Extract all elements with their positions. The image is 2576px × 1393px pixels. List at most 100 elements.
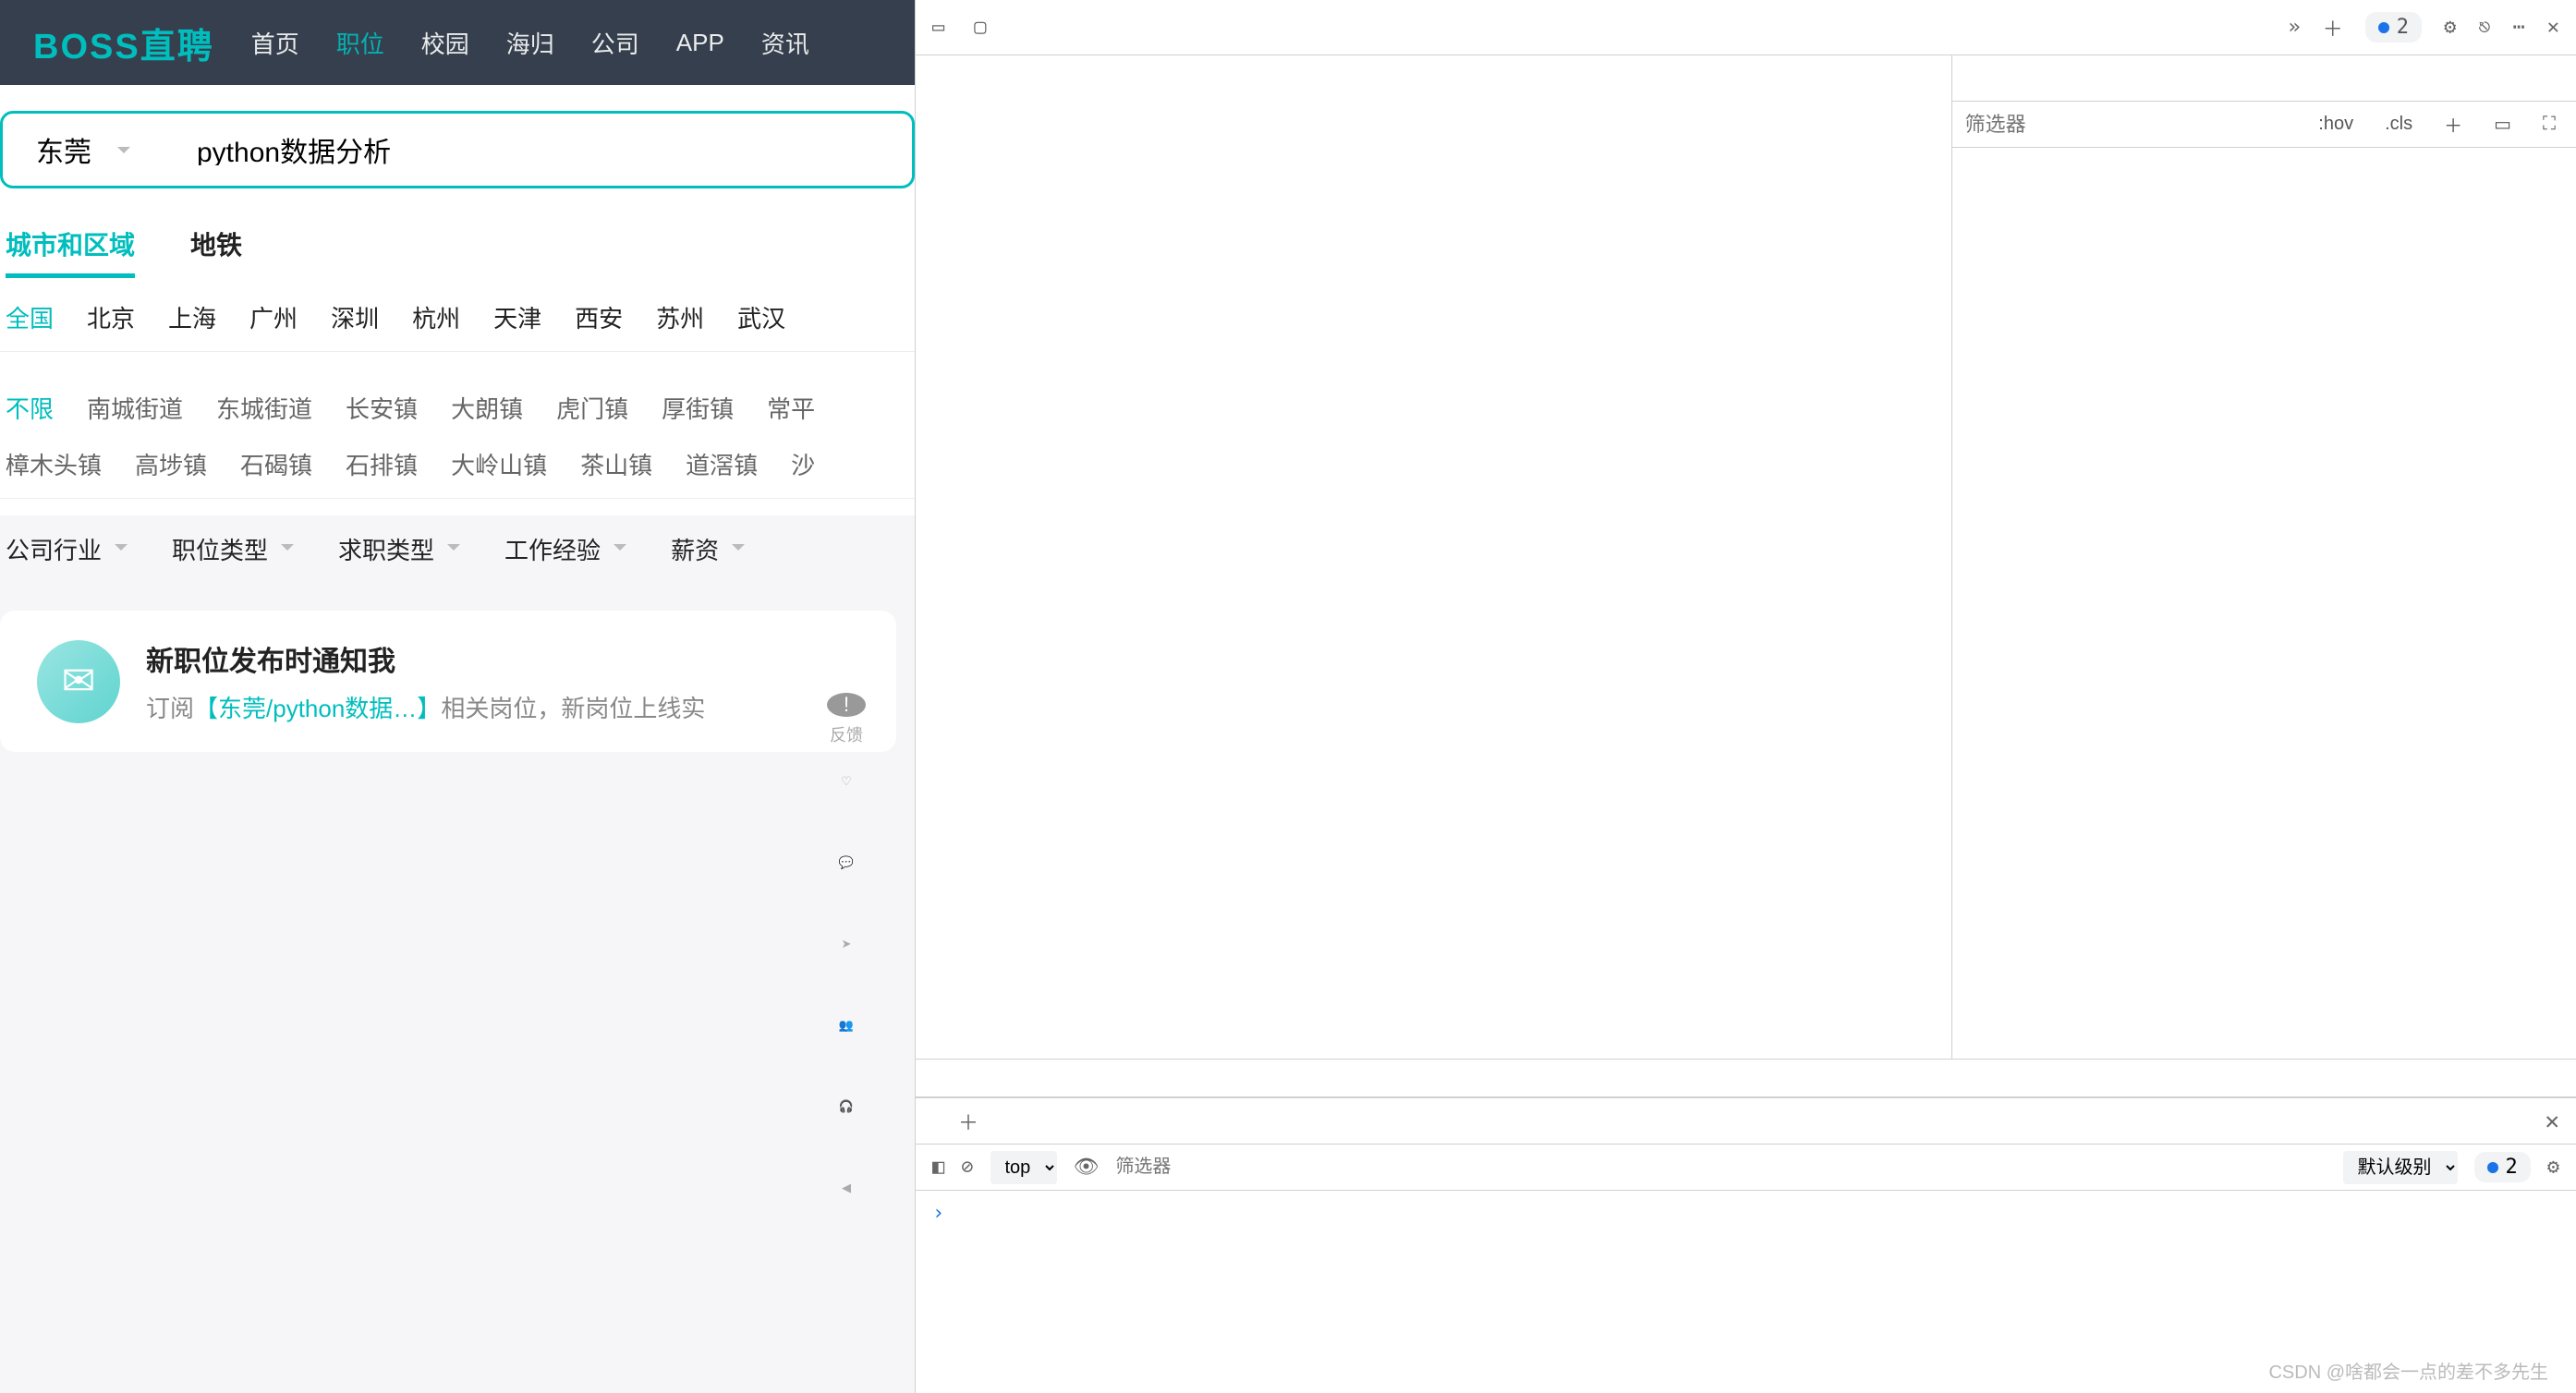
cls-toggle[interactable]: .cls — [2377, 110, 2420, 139]
notify-subtitle: 订阅【东莞/python数据…】相关岗位，新岗位上线实 — [146, 690, 705, 724]
inspect-icon[interactable]: ▢ — [974, 16, 986, 39]
dom-tree[interactable] — [916, 55, 1952, 1059]
pill[interactable]: 西安 — [575, 300, 623, 334]
pill[interactable]: 大朗镇 — [451, 391, 523, 425]
logo[interactable]: BOSS直聘 — [33, 18, 214, 68]
plus-icon[interactable]: ＋ — [2323, 13, 2343, 42]
pill[interactable]: 南城街道 — [87, 391, 183, 425]
rail-headset[interactable]: 🎧 — [824, 1099, 869, 1144]
pill[interactable]: 长安镇 — [346, 391, 418, 425]
filter-select[interactable]: 职位类型 — [172, 532, 294, 566]
city-row: 全国北京上海广州深圳杭州天津西安苏州武汉 — [6, 300, 915, 334]
new-rule-icon[interactable]: ＋ — [2436, 107, 2470, 141]
rail-send[interactable]: ➤ — [824, 937, 869, 981]
sidebar-toggle-icon[interactable]: ◧ — [932, 1156, 944, 1179]
console-filter-input[interactable] — [1115, 1157, 2326, 1178]
pill[interactable]: 全国 — [6, 300, 54, 334]
pill[interactable]: 大岭山镇 — [451, 447, 547, 481]
computed-icon[interactable]: ▭ — [2486, 109, 2519, 139]
pill[interactable]: 虎门镇 — [556, 391, 628, 425]
filter-select[interactable]: 薪资 — [671, 532, 745, 566]
pill[interactable]: 不限 — [6, 391, 54, 425]
close-icon[interactable]: ✕ — [2545, 1108, 2559, 1135]
gear-icon[interactable]: ⚙ — [2444, 16, 2456, 39]
website-pane: BOSS直聘 首页 职位 校园 海归 公司 APP 资讯 东莞 城市和区域 地铁 全国北京上海… — [0, 0, 915, 1393]
console-tabs: ＋ ✕ — [916, 1098, 2576, 1145]
filters: 公司行业 职位类型 求职类型 工作经验 薪资 — [0, 515, 915, 583]
nav-item[interactable]: 校园 — [421, 26, 469, 60]
nav-item[interactable]: 首页 — [251, 26, 299, 60]
pill[interactable]: 北京 — [87, 300, 135, 334]
plus-icon[interactable]: ＋ — [958, 1107, 978, 1136]
filter-select[interactable]: 公司行业 — [6, 532, 128, 566]
top-nav: BOSS直聘 首页 职位 校园 海归 公司 APP 资讯 — [0, 0, 915, 85]
clear-console-icon[interactable]: ⊘ — [961, 1156, 973, 1179]
pill[interactable]: 高埗镇 — [135, 447, 207, 481]
pill[interactable]: 石碣镇 — [240, 447, 312, 481]
styles-filter-bar: :hov .cls ＋ ▭ ⛶ — [1952, 102, 2576, 148]
context-select[interactable]: top — [990, 1151, 1057, 1184]
chevron-down-icon — [117, 147, 130, 160]
chevron-down-icon — [732, 544, 745, 557]
job-list: ✉ 新职位发布时通知我 订阅【东莞/python数据…】相关岗位，新岗位上线实 — [0, 583, 915, 1393]
filter-select[interactable]: 求职类型 — [338, 532, 460, 566]
live-expression-icon[interactable]: 👁 — [1074, 1156, 1100, 1179]
pill[interactable]: 深圳 — [331, 300, 379, 334]
filter-select[interactable]: 工作经验 — [504, 532, 626, 566]
rail-chat[interactable]: 💬 — [824, 855, 869, 900]
console-prompt: › — [932, 1202, 944, 1225]
pill[interactable]: 茶山镇 — [580, 447, 652, 481]
pill[interactable]: 沙 — [791, 447, 815, 481]
rail-contacts[interactable]: 👥 — [824, 1018, 869, 1062]
pill[interactable]: 东城街道 — [216, 391, 312, 425]
device-mode-icon[interactable]: ▭ — [932, 16, 944, 39]
pill[interactable]: 杭州 — [412, 300, 460, 334]
toggle-device-icon[interactable]: ⛶ — [2535, 110, 2563, 139]
pill[interactable]: 武汉 — [737, 300, 785, 334]
issues-badge[interactable]: 2 — [2365, 12, 2422, 42]
console-issues-badge[interactable]: 2 — [2474, 1152, 2531, 1182]
notify-link[interactable]: 【东莞/python数据…】 — [194, 695, 441, 722]
pill[interactable]: 樟木头镇 — [6, 447, 102, 481]
chevron-down-icon — [281, 544, 294, 557]
devtools-pane: ▭ ▢ » ＋ 2 ⚙ ⎋ ⋯ ✕ :hov .cls ＋ — [915, 0, 2576, 1393]
rail-favorite[interactable]: ♡ — [824, 774, 869, 818]
pill[interactable]: 道滘镇 — [686, 447, 758, 481]
search-city-select[interactable]: 东莞 — [3, 129, 175, 170]
more-tabs-icon[interactable]: » — [2288, 16, 2300, 39]
nav-item[interactable]: APP — [676, 29, 724, 57]
notify-card[interactable]: ✉ 新职位发布时通知我 订阅【东莞/python数据…】相关岗位，新岗位上线实 — [0, 611, 896, 752]
styles-filter-input[interactable] — [1965, 113, 2295, 137]
search-box: 东莞 — [0, 111, 915, 188]
search-input[interactable] — [175, 134, 912, 165]
console-settings-icon[interactable]: ⚙ — [2547, 1156, 2559, 1179]
pill[interactable]: 天津 — [493, 300, 541, 334]
pill[interactable]: 常平 — [767, 391, 815, 425]
dom-breadcrumbs[interactable] — [916, 1059, 2576, 1097]
rail-back[interactable]: ◀ — [824, 1181, 869, 1225]
pill[interactable]: 石排镇 — [346, 447, 418, 481]
close-icon[interactable]: ✕ — [2547, 16, 2559, 39]
customize-icon[interactable]: ⎋ — [2478, 16, 2490, 39]
watermark: CSDN @啥都会一点的差不多先生 — [2268, 1357, 2548, 1384]
location-tab[interactable]: 地铁 — [190, 225, 242, 278]
pill[interactable]: 上海 — [168, 300, 216, 334]
rail-feedback[interactable]: !反馈 — [824, 693, 869, 737]
chevron-down-icon — [447, 544, 460, 557]
nav-item[interactable]: 职位 — [336, 26, 384, 60]
nav-item[interactable]: 海归 — [506, 26, 554, 60]
hov-toggle[interactable]: :hov — [2311, 110, 2361, 139]
pill[interactable]: 苏州 — [656, 300, 704, 334]
pill[interactable]: 广州 — [249, 300, 298, 334]
log-level-select[interactable]: 默认级别 — [2343, 1151, 2458, 1184]
location-tabs: 城市和区域 地铁 — [6, 225, 915, 278]
kebab-icon[interactable]: ⋯ — [2513, 16, 2525, 39]
location-tab[interactable]: 城市和区域 — [6, 225, 135, 278]
pill[interactable]: 厚街镇 — [662, 391, 734, 425]
nav-item[interactable]: 资讯 — [761, 26, 809, 60]
styles-rules[interactable] — [1952, 148, 2576, 1059]
chevron-down-icon — [115, 544, 128, 557]
nav-item[interactable]: 公司 — [591, 26, 639, 60]
chevron-down-icon — [614, 544, 626, 557]
district-row: 不限南城街道东城街道长安镇大朗镇虎门镇厚街镇常平 — [6, 391, 915, 425]
